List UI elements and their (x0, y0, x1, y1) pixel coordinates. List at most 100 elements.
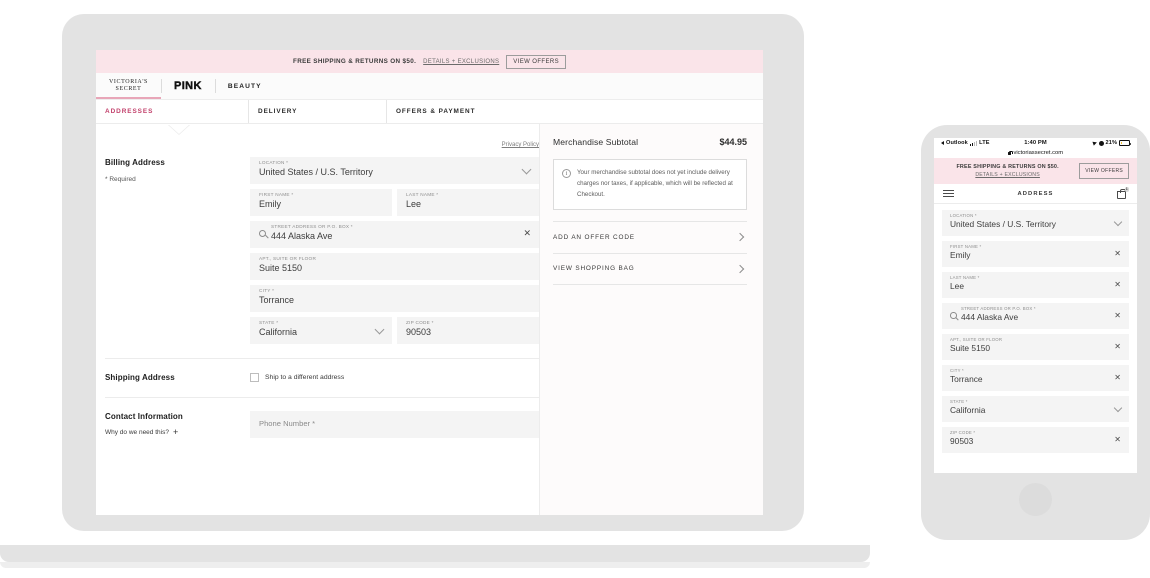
city-field-value: Torrance (259, 294, 295, 305)
street-address-field[interactable]: STREET ADDRESS OR P.O. BOX * 444 Alaska … (250, 221, 539, 248)
clear-icon[interactable]: ✕ (1114, 374, 1121, 382)
back-arrow-icon[interactable] (941, 141, 944, 145)
phone-field-6[interactable]: STATE * California (942, 396, 1129, 422)
phone-mockup: Outlook LTE 1:40 PM 21% victoriassecret.… (921, 125, 1150, 540)
chevron-right-icon (735, 232, 745, 242)
shopping-bag-icon[interactable]: 1 (1117, 187, 1129, 199)
last-name-field[interactable]: LAST NAME * Lee (397, 189, 539, 216)
contact-help-row[interactable]: Why do we need this? + (105, 428, 250, 437)
phone-promo-details-link[interactable]: DETAILS + EXCLUSIONS (942, 172, 1073, 178)
phone-field-0[interactable]: LOCATION * United States / U.S. Territory (942, 210, 1129, 236)
shipping-address-section: Shipping Address Ship to a different add… (105, 372, 539, 382)
chevron-right-icon (735, 264, 745, 273)
state-zip-row: STATE * California ZIP CODE * 90503 (250, 317, 539, 344)
chevron-down-icon[interactable] (1113, 403, 1123, 413)
phone-field-label: STREET ADDRESS OR P.O. BOX * (961, 306, 1036, 311)
first-name-field[interactable]: FIRST NAME * Emily (250, 189, 392, 216)
add-offer-code-row[interactable]: ADD AN OFFER CODE (553, 220, 747, 253)
phone-field-value: 90503 (950, 435, 974, 446)
address-form-column: Billing Address * Required Privacy Polic… (96, 124, 539, 515)
add-offer-code-label: ADD AN OFFER CODE (553, 233, 635, 241)
hamburger-menu-icon[interactable] (943, 189, 954, 198)
step-addresses[interactable]: ADDRESSES (96, 108, 248, 115)
step-offers-payment[interactable]: OFFERS & PAYMENT (386, 100, 475, 123)
phone-field-3[interactable]: STREET ADDRESS OR P.O. BOX * 444 Alaska A… (942, 303, 1129, 329)
privacy-policy-link[interactable]: Privacy Policy (502, 142, 539, 148)
phone-field-value: United States / U.S. Territory (950, 218, 1056, 229)
phone-address-form: LOCATION * United States / U.S. Territory… (934, 204, 1137, 462)
chevron-down-icon[interactable] (1113, 217, 1123, 227)
clear-icon[interactable]: ✕ (1114, 312, 1121, 320)
status-network: LTE (979, 140, 990, 146)
phone-field-label: STATE * (950, 399, 968, 404)
clear-icon[interactable]: ✕ (1114, 281, 1121, 289)
phone-field-value: Suite 5150 (950, 342, 991, 353)
phone-field-1[interactable]: FIRST NAME * Emily ✕ (942, 241, 1129, 267)
phone-field-5[interactable]: CITY * Torrance ✕ (942, 365, 1129, 391)
location-field[interactable]: LOCATION * United States / U.S. Territor… (250, 157, 539, 184)
phone-field-2[interactable]: LAST NAME * Lee ✕ (942, 272, 1129, 298)
phone-field-7[interactable]: ZIP CODE * 90503 ✕ (942, 427, 1129, 453)
state-field[interactable]: STATE * California (250, 317, 392, 344)
zip-field[interactable]: ZIP CODE * 90503 (397, 317, 539, 344)
brand-tab-victorias-secret[interactable]: VICTORIA'S SECRET (96, 73, 161, 99)
phone-field-4[interactable]: APT., SUITE OR FLOOR Suite 5150 ✕ (942, 334, 1129, 360)
info-icon: i (562, 169, 571, 178)
phone-header: ADDRESS 1 (934, 184, 1137, 204)
apt-field[interactable]: APT., SUITE OR FLOOR Suite 5150 (250, 253, 539, 280)
billing-address-title: Billing Address (105, 158, 165, 167)
state-field-value: California (259, 326, 298, 337)
phone-promo-text: FREE SHIPPING & RETURNS ON $50. (956, 164, 1059, 170)
clear-icon[interactable]: ✕ (523, 229, 531, 238)
city-field[interactable]: CITY * Torrance (250, 285, 539, 312)
promo-details-link[interactable]: DETAILS + EXCLUSIONS (423, 59, 499, 65)
billing-address-fields: Privacy Policy LOCATION * United States … (250, 142, 539, 349)
battery-icon (1119, 140, 1132, 146)
divider (105, 397, 539, 398)
brand-vs-line1: VICTORIA'S (109, 78, 148, 85)
ship-different-address-row[interactable]: Ship to a different address (250, 372, 539, 382)
contact-information-section: Contact Information Why do we need this?… (105, 411, 539, 443)
phone-number-field[interactable]: Phone Number * (250, 411, 539, 438)
screenshot-stage: FREE SHIPPING & RETURNS ON $50. DETAILS … (0, 0, 1150, 578)
status-time: 1:40 PM (1024, 140, 1047, 146)
contact-information-labels: Contact Information Why do we need this?… (105, 411, 250, 443)
divider (105, 358, 539, 359)
first-name-field-value: Emily (259, 198, 281, 209)
apt-field-label: APT., SUITE OR FLOOR (259, 256, 317, 261)
phone-field-value: Torrance (950, 373, 983, 384)
first-name-field-label: FIRST NAME * (259, 192, 294, 197)
phone-status-bar: Outlook LTE 1:40 PM 21% (934, 138, 1137, 148)
search-icon (950, 312, 957, 319)
clear-icon[interactable]: ✕ (1114, 250, 1121, 258)
phone-url-bar[interactable]: victoriassecret.com (934, 148, 1137, 158)
brand-tab-beauty[interactable]: BEAUTY (214, 73, 275, 99)
phone-field-label: ZIP CODE * (950, 430, 976, 435)
view-offers-button[interactable]: VIEW OFFERS (506, 54, 566, 69)
plus-icon[interactable]: + (173, 428, 178, 437)
contact-help-text: Why do we need this? (105, 429, 169, 436)
shopping-bag-badge: 1 (1124, 187, 1129, 192)
ship-different-address-checkbox[interactable] (250, 373, 259, 382)
clear-icon[interactable]: ✕ (1114, 343, 1121, 351)
view-shopping-bag-label: VIEW SHOPPING BAG (553, 265, 635, 273)
zip-field-value: 90503 (406, 326, 432, 337)
view-shopping-bag-row[interactable]: VIEW SHOPPING BAG (553, 252, 747, 285)
name-fields-row: FIRST NAME * Emily LAST NAME * Lee (250, 189, 539, 216)
location-field-label: LOCATION * (259, 160, 289, 165)
brand-beauty-label: BEAUTY (227, 82, 262, 90)
step-delivery[interactable]: DELIVERY (248, 100, 386, 123)
shipping-address-labels: Shipping Address (105, 372, 250, 382)
location-arrow-icon (1091, 140, 1098, 146)
phone-url-text: victoriassecret.com (1013, 150, 1064, 156)
phone-home-button[interactable] (1019, 483, 1052, 516)
brand-vs-line2: SECRET (115, 86, 142, 92)
clear-icon[interactable]: ✕ (1114, 436, 1121, 444)
street-address-field-value: 444 Alaska Ave (271, 230, 333, 241)
phone-view-offers-button[interactable]: VIEW OFFERS (1079, 163, 1129, 179)
phone-field-value: California (950, 404, 986, 415)
phone-promo-text-wrap: FREE SHIPPING & RETURNS ON $50. DETAILS … (942, 164, 1073, 178)
active-step-notch (168, 124, 190, 134)
lock-icon (1007, 150, 1013, 155)
brand-tab-pink[interactable]: PINK (160, 73, 215, 99)
